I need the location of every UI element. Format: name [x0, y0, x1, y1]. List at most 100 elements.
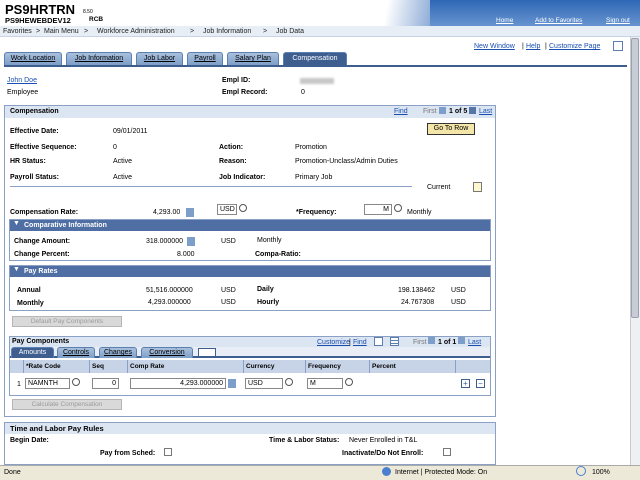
tl-status-label: Time & Labor Status:	[269, 437, 340, 444]
seq-input[interactable]: 0	[92, 378, 119, 389]
calculate-compensation-button[interactable]: Calculate Compensation	[12, 399, 122, 410]
inactivate-checkbox[interactable]	[443, 448, 451, 456]
add-row-icon[interactable]: +	[461, 379, 470, 388]
currency-input[interactable]: USD	[217, 204, 237, 215]
new-window-link[interactable]: New Window	[474, 43, 515, 50]
employee-type: Employee	[7, 89, 39, 96]
reason-label: Reason:	[219, 158, 247, 165]
sign-out-link[interactable]: Sign out	[606, 17, 630, 24]
frequency-input[interactable]: M	[364, 204, 392, 215]
scrollbar-thumb[interactable]	[631, 38, 639, 318]
change-percent-label: Change Percent:	[14, 251, 70, 258]
first-label: First	[413, 339, 427, 346]
subtab-amounts[interactable]: Amounts	[11, 347, 54, 358]
last-link[interactable]: Last	[479, 108, 492, 115]
first-label: First	[423, 108, 437, 115]
frequency-label: *Frequency:	[296, 209, 337, 216]
payroll-status-label: Payroll Status:	[10, 174, 60, 181]
link-sep: |	[545, 43, 547, 50]
calculator-icon[interactable]	[228, 379, 236, 388]
find-link[interactable]: Find	[353, 339, 367, 346]
status-zoom[interactable]: 100%	[592, 469, 610, 476]
breadcrumb-job-data[interactable]: Job Data	[276, 28, 304, 35]
change-amount-value: 318.000000	[146, 238, 183, 245]
breadcrumb-sep: >	[263, 28, 268, 35]
search-icon[interactable]	[394, 204, 402, 212]
employee-name-link[interactable]: John Doe	[7, 77, 37, 84]
add-favorites-link[interactable]: Add to Favorites	[535, 17, 582, 24]
tab-salary-plan[interactable]: Salary Plan	[227, 52, 279, 65]
breadcrumb-workforce-admin[interactable]: Workforce Administration	[97, 28, 175, 35]
search-icon[interactable]	[72, 378, 80, 386]
empl-id-label: Empl ID:	[222, 77, 251, 84]
frequency-row-input[interactable]: M	[307, 378, 343, 389]
search-icon[interactable]	[239, 204, 247, 212]
home-link[interactable]: Home	[496, 17, 513, 24]
current-label: Current	[427, 184, 451, 191]
show-all-columns-icon[interactable]	[198, 348, 216, 357]
pay-from-sched-label: Pay from Sched:	[100, 450, 156, 457]
grid-icon[interactable]	[390, 337, 399, 346]
empl-record-value: 0	[301, 89, 305, 96]
calculator-icon[interactable]	[186, 208, 194, 217]
compa-ratio-label: Compa-Ratio:	[255, 251, 301, 258]
notepad-icon[interactable]	[473, 182, 482, 192]
hr-status-label: HR Status:	[10, 158, 46, 165]
go-to-row-button[interactable]: Go To Row	[427, 123, 475, 135]
collapse-icon[interactable]: ▼	[13, 220, 20, 227]
breadcrumb-job-information[interactable]: Job Information	[203, 28, 251, 35]
prev-icon[interactable]	[428, 337, 435, 344]
find-link[interactable]: Find	[394, 108, 408, 115]
next-icon[interactable]	[458, 337, 465, 344]
empl-id-value	[300, 78, 334, 84]
currency-row-input[interactable]: USD	[245, 378, 283, 389]
app-title: PS9HRTRN	[5, 2, 76, 17]
breadcrumb-sep: >	[36, 28, 41, 35]
calculator-icon[interactable]	[187, 237, 195, 246]
daily-label: Daily	[257, 286, 274, 293]
delete-row-icon[interactable]: −	[476, 379, 485, 388]
subtab-controls[interactable]: Controls	[57, 347, 95, 358]
hr-status-value: Active	[113, 158, 133, 165]
rate-code-input[interactable]: NAMNTH	[25, 378, 70, 389]
next-icon[interactable]	[469, 107, 476, 114]
job-indicator-label: Job Indicator:	[219, 174, 266, 181]
tab-job-labor[interactable]: Job Labor	[136, 52, 183, 65]
collapse-icon[interactable]: ▼	[13, 266, 20, 273]
action-value: Promotion	[295, 144, 327, 151]
default-pay-components-button[interactable]: Default Pay Components	[12, 316, 122, 327]
link-sep: |	[349, 339, 351, 346]
comp-rate-label: Compensation Rate:	[10, 209, 79, 216]
change-percent-value: 8.000	[177, 251, 195, 258]
subtab-conversion[interactable]: Conversion	[141, 347, 193, 358]
tab-job-information[interactable]: Job Information	[66, 52, 132, 65]
prev-icon[interactable]	[439, 107, 446, 114]
customize-page-link[interactable]: Customize Page	[549, 43, 600, 50]
hourly-label: Hourly	[257, 299, 280, 306]
hourly-value: 24.767308	[401, 299, 435, 306]
tab-compensation[interactable]: Compensation	[283, 52, 347, 65]
page-icon[interactable]	[613, 41, 623, 51]
db-name: PS9HEWEBDEV12	[5, 16, 71, 25]
subtab-changes[interactable]: Changes	[99, 347, 137, 358]
zoom-icon[interactable]	[576, 466, 586, 476]
view-all-icon[interactable]	[374, 337, 383, 346]
help-link[interactable]: Help	[526, 43, 540, 50]
comparative-header[interactable]: Comparative Information	[10, 220, 490, 231]
customize-link[interactable]: Customize	[317, 339, 350, 346]
tab-work-location[interactable]: Work Location	[4, 52, 62, 65]
compensation-header: Compensation	[5, 106, 495, 118]
tab-payroll[interactable]: Payroll	[187, 52, 223, 65]
pay-from-sched-checkbox[interactable]	[164, 448, 172, 456]
breadcrumb-favorites[interactable]: Favorites	[3, 28, 32, 35]
inactivate-label: Inactivate/Do Not Enroll:	[342, 450, 424, 457]
annual-label: Annual	[17, 287, 41, 294]
pay-rates-header[interactable]: Pay Rates	[10, 266, 490, 277]
search-icon[interactable]	[345, 378, 353, 386]
breadcrumb-main-menu[interactable]: Main Menu	[44, 28, 79, 35]
search-icon[interactable]	[285, 378, 293, 386]
status-done: Done	[4, 469, 21, 476]
comp-rate-input[interactable]: 4,293.000000	[130, 378, 226, 389]
last-link[interactable]: Last	[468, 339, 481, 346]
effective-date-label: Effective Date:	[10, 128, 59, 135]
